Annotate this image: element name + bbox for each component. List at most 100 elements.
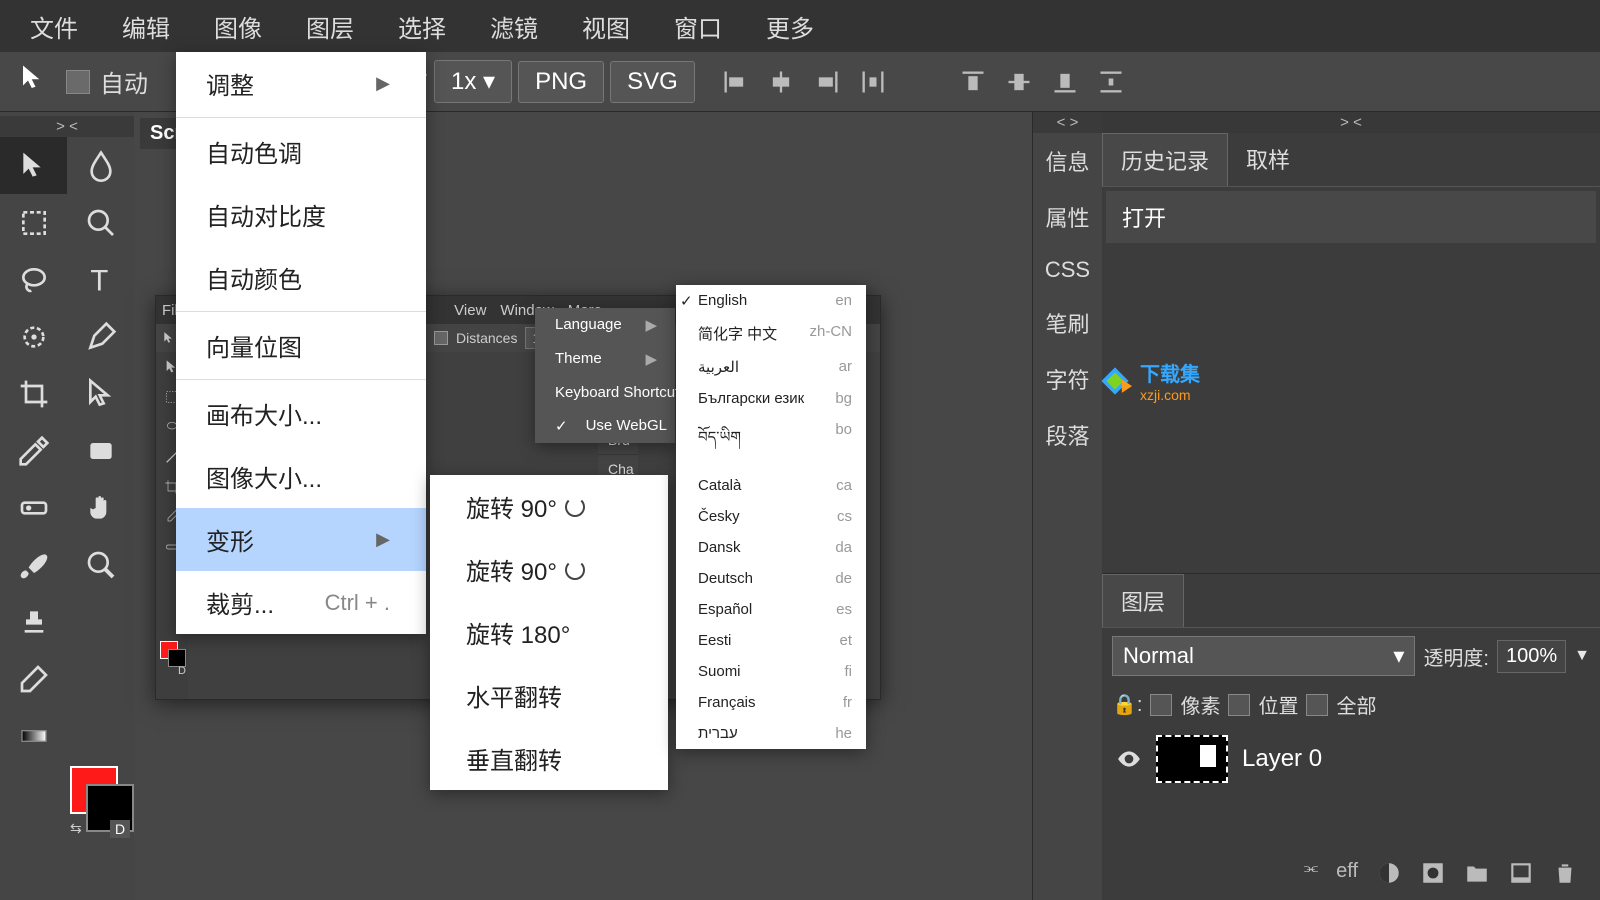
language-option-bg[interactable]: Български езикbg — [676, 383, 866, 414]
menu-canvas-size[interactable]: 画布大小... — [176, 382, 426, 445]
export-svg-button[interactable]: SVG — [610, 61, 695, 103]
menu-auto-tone[interactable]: 自动色调 — [176, 120, 426, 183]
more-language[interactable]: Language▶ — [535, 308, 675, 342]
language-option-he[interactable]: עבריתhe — [676, 718, 866, 749]
layer-effects-button[interactable]: eff — [1336, 860, 1358, 886]
tool-quick-select[interactable] — [0, 308, 67, 365]
language-option-ca[interactable]: Catalàca — [676, 470, 866, 501]
inner-menu-view[interactable]: View — [454, 302, 486, 319]
rotate-180[interactable]: 旋转 180° — [430, 601, 668, 664]
align-center-h-icon[interactable] — [767, 68, 795, 96]
layer-row[interactable]: Layer 0 — [1102, 725, 1600, 793]
tool-hand[interactable] — [67, 479, 134, 536]
language-option-cs[interactable]: Českycs — [676, 501, 866, 532]
panel-collapse-handle[interactable]: > < — [1102, 112, 1600, 133]
menu-auto-color[interactable]: 自动颜色 — [176, 246, 426, 309]
tool-crop[interactable] — [0, 365, 67, 422]
auto-select-checkbox[interactable] — [66, 70, 90, 94]
tool-stamp[interactable] — [0, 593, 67, 650]
language-option-es[interactable]: Españoles — [676, 594, 866, 625]
tool-magnify-alt[interactable] — [67, 194, 134, 251]
menu-view[interactable]: 视图 — [560, 0, 652, 52]
new-folder-icon[interactable] — [1464, 860, 1490, 886]
menu-more[interactable]: 更多 — [744, 0, 836, 52]
language-option-da[interactable]: Danskda — [676, 532, 866, 563]
rotate-90-ccw[interactable]: 旋转 90° — [430, 538, 668, 601]
tool-gradient[interactable] — [0, 707, 67, 764]
adjustment-layer-icon[interactable] — [1420, 860, 1446, 886]
align-left-icon[interactable] — [721, 68, 749, 96]
flip-horizontal[interactable]: 水平翻转 — [430, 664, 668, 727]
layer-name-label[interactable]: Layer 0 — [1242, 745, 1322, 773]
menu-auto-contrast[interactable]: 自动对比度 — [176, 183, 426, 246]
more-webgl[interactable]: Use WebGL — [535, 409, 675, 443]
opacity-value[interactable]: 100% — [1497, 640, 1566, 673]
more-shortcuts[interactable]: Keyboard Shortcuts — [535, 376, 675, 409]
tool-rectangle[interactable] — [67, 422, 134, 479]
tool-path-select[interactable] — [67, 365, 134, 422]
opacity-dropdown-icon[interactable]: ▼ — [1574, 647, 1590, 665]
menu-window[interactable]: 窗口 — [652, 0, 744, 52]
menu-layer[interactable]: 图层 — [284, 0, 376, 52]
layer-thumbnail[interactable] — [1156, 735, 1228, 783]
language-option-bo[interactable]: བོད་ཡིགbo — [676, 414, 866, 470]
language-option-de[interactable]: Deutschde — [676, 563, 866, 594]
tool-zoom[interactable] — [67, 536, 134, 593]
tool-heal[interactable] — [0, 479, 67, 536]
align-right-icon[interactable] — [813, 68, 841, 96]
history-item-open[interactable]: 打开 — [1106, 191, 1596, 243]
flip-vertical[interactable]: 垂直翻转 — [430, 727, 668, 790]
language-option-fr[interactable]: Françaisfr — [676, 687, 866, 718]
lock-position-checkbox[interactable] — [1228, 694, 1250, 716]
link-layers-icon[interactable]: ⫘ — [1304, 860, 1318, 886]
menu-crop[interactable]: 裁剪...Ctrl + . — [176, 571, 426, 634]
tool-eyedropper[interactable] — [0, 422, 67, 479]
tool-marquee[interactable] — [0, 194, 67, 251]
layer-mask-icon[interactable] — [1376, 860, 1402, 886]
panel-brush[interactable]: 笔刷 — [1033, 295, 1102, 351]
panel-paragraph[interactable]: 段落 — [1033, 407, 1102, 463]
language-option-et[interactable]: Eestiet — [676, 625, 866, 656]
menu-filter[interactable]: 滤镜 — [468, 0, 560, 52]
language-option-ar[interactable]: العربيةar — [676, 351, 866, 383]
tool-pen[interactable] — [67, 308, 134, 365]
layers-tab[interactable]: 图层 — [1102, 574, 1184, 627]
menu-file[interactable]: 文件 — [8, 0, 100, 52]
blend-mode-select[interactable]: Normal▾ — [1112, 636, 1415, 676]
tool-color-fg[interactable] — [67, 593, 134, 650]
tool-lasso[interactable] — [0, 251, 67, 308]
default-colors-button[interactable]: D — [110, 820, 130, 838]
swap-colors-icon[interactable]: ⇆ — [70, 820, 82, 837]
align-middle-v-icon[interactable] — [1005, 68, 1033, 96]
menu-transform[interactable]: 变形▶ — [176, 508, 426, 571]
inner-distances-checkbox[interactable] — [434, 331, 448, 345]
export-scale-select[interactable]: 1x ▾ — [434, 60, 512, 103]
rotate-90-cw[interactable]: 旋转 90° — [430, 475, 668, 538]
distribute-h-icon[interactable] — [859, 68, 887, 96]
tool-brush[interactable] — [0, 536, 67, 593]
menu-image-size[interactable]: 图像大小... — [176, 445, 426, 508]
tool-text[interactable]: T — [67, 251, 134, 308]
panel-info[interactable]: 信息 — [1033, 133, 1102, 189]
language-option-en[interactable]: Englishen — [676, 285, 866, 316]
tool-eraser[interactable] — [0, 650, 67, 707]
menu-adjustments[interactable]: 调整▶ — [176, 52, 426, 115]
tab-sample[interactable]: 取样 — [1228, 133, 1308, 186]
export-png-button[interactable]: PNG — [518, 61, 604, 103]
menu-select[interactable]: 选择 — [376, 0, 468, 52]
lock-all-checkbox[interactable] — [1306, 694, 1328, 716]
tool-color-bg-slot[interactable] — [67, 650, 134, 707]
more-theme[interactable]: Theme▶ — [535, 342, 675, 376]
tool-blur[interactable] — [67, 137, 134, 194]
menu-vector-bitmap[interactable]: 向量位图 — [176, 314, 426, 377]
menu-edit[interactable]: 编辑 — [100, 0, 192, 52]
language-option-zh-CN[interactable]: 简化字 中文zh-CN — [676, 316, 866, 351]
panel-properties[interactable]: 属性 — [1033, 189, 1102, 245]
language-option-fi[interactable]: Suomifi — [676, 656, 866, 687]
tab-history[interactable]: 历史记录 — [1102, 133, 1228, 186]
tool-move[interactable] — [0, 137, 67, 194]
panel-expand-handle[interactable]: < > — [1033, 112, 1102, 133]
lock-pixels-checkbox[interactable] — [1150, 694, 1172, 716]
align-top-icon[interactable] — [959, 68, 987, 96]
inner-default-colors[interactable]: D — [178, 665, 186, 677]
